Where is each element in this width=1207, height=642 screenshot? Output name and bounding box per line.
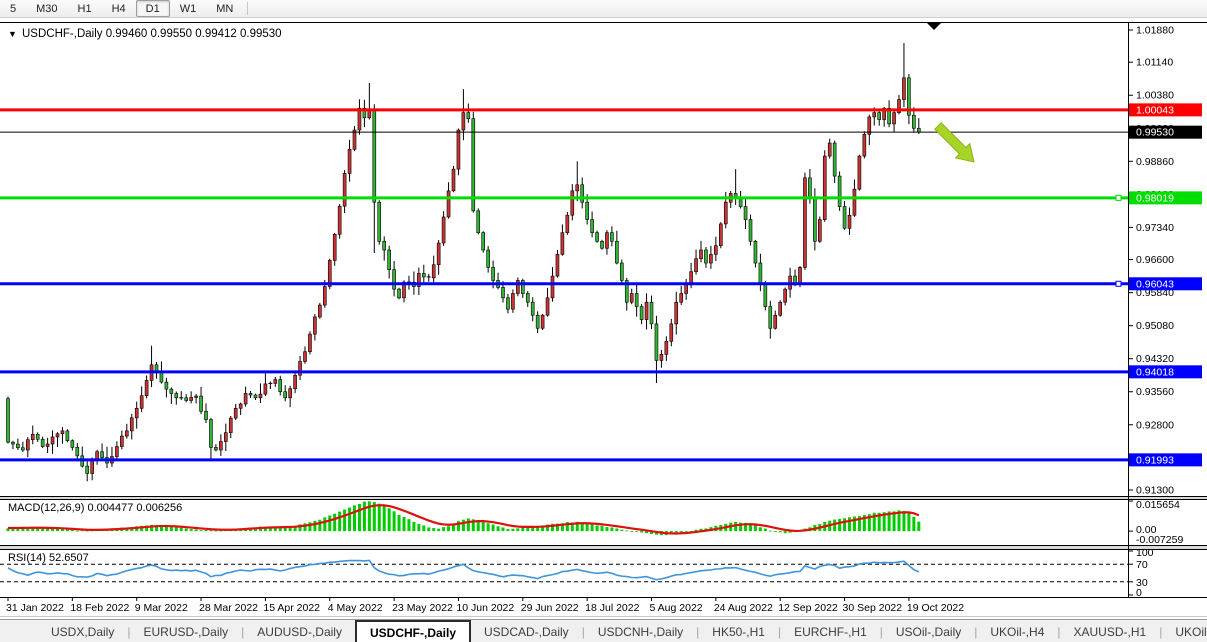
tab-usdcnh-daily[interactable]: USDCNH-,Daily — [585, 620, 696, 642]
chart-title: ▼ USDCHF-,Daily 0.99460 0.99550 0.99412 0… — [8, 28, 282, 40]
svg-text:5 Aug 2022: 5 Aug 2022 — [650, 602, 703, 614]
svg-text:0: 0 — [1136, 587, 1142, 599]
timeframe-button-5[interactable]: 5 — [0, 0, 26, 17]
tab-usoil-daily[interactable]: USOil-,Daily — [883, 620, 974, 642]
svg-text:0.96600: 0.96600 — [1136, 254, 1174, 266]
level-price-badge-1.00043: 1.00043 — [1129, 103, 1202, 116]
level-price-badge-0.98019: 0.98019 — [1129, 191, 1202, 204]
svg-text:23 May 2022: 23 May 2022 — [392, 602, 453, 614]
tab-usdx-daily[interactable]: USDX,Daily — [38, 620, 127, 642]
svg-text:1.00380: 1.00380 — [1136, 90, 1174, 102]
svg-text:28 Mar 2022: 28 Mar 2022 — [199, 602, 258, 614]
tab-audusd-daily[interactable]: AUDUSD-,Daily — [244, 620, 355, 642]
tab-usdchf-daily[interactable]: USDCHF-,Daily — [355, 620, 471, 642]
svg-text:9 Mar 2022: 9 Mar 2022 — [135, 602, 188, 614]
svg-text:0.015654: 0.015654 — [1136, 499, 1180, 511]
level-price-badge-0.91993: 0.91993 — [1129, 453, 1202, 466]
svg-text:29 Jun 2022: 29 Jun 2022 — [521, 602, 579, 614]
timeframe-button-h4[interactable]: H4 — [102, 0, 136, 17]
level-line-handle[interactable] — [1116, 281, 1121, 286]
timeframe-button-d1[interactable]: D1 — [136, 0, 170, 17]
svg-text:1.01880: 1.01880 — [1136, 25, 1174, 37]
svg-text:1.00043: 1.00043 — [1136, 104, 1174, 116]
svg-text:0.91993: 0.91993 — [1136, 454, 1174, 466]
tab-xauusd-h1[interactable]: XAUUSD-,H1 — [1061, 620, 1160, 642]
svg-text:0.95080: 0.95080 — [1136, 320, 1174, 332]
timeframe-button-mn[interactable]: MN — [206, 0, 243, 17]
svg-text:31 Jan 2022: 31 Jan 2022 — [6, 602, 64, 614]
chart-area[interactable]: 1.018801.011401.003800.996200.988600.981… — [0, 18, 1207, 619]
svg-text:0.97340: 0.97340 — [1136, 222, 1174, 234]
svg-text:24 Aug 2022: 24 Aug 2022 — [714, 602, 773, 614]
svg-text:100: 100 — [1136, 547, 1154, 559]
tab-usdcad-daily[interactable]: USDCAD-,Daily — [471, 620, 582, 642]
symbol-tab-bar: USDX,Daily|EURUSD-,Daily|AUDUSD-,DailyUS… — [0, 619, 1207, 642]
svg-text:4 May 2022: 4 May 2022 — [328, 602, 383, 614]
toolbar-separator — [247, 2, 248, 15]
svg-text:0.94018: 0.94018 — [1136, 366, 1174, 378]
svg-text:0.93560: 0.93560 — [1136, 386, 1174, 398]
svg-text:0.92800: 0.92800 — [1136, 419, 1174, 431]
svg-text:15 Apr 2022: 15 Apr 2022 — [263, 602, 320, 614]
tab-eurusd-daily[interactable]: EURUSD-,Daily — [130, 620, 241, 642]
timeframe-button-w1[interactable]: W1 — [170, 0, 207, 17]
svg-text:0.94320: 0.94320 — [1136, 353, 1174, 365]
timeframe-toolbar: 5M30H1H4D1W1MN — [0, 0, 1207, 18]
level-price-badge-0.99530: 0.99530 — [1129, 126, 1202, 139]
mt4-window: { "toolbar": { "timeframes": [ {"label":… — [0, 0, 1207, 642]
svg-text:-0.007259: -0.007259 — [1136, 534, 1183, 546]
svg-text:0.96043: 0.96043 — [1136, 278, 1174, 290]
timeframe-button-m30[interactable]: M30 — [26, 0, 67, 17]
level-line-handle[interactable] — [1116, 195, 1121, 200]
timeframe-button-h1[interactable]: H1 — [68, 0, 102, 17]
svg-text:12 Sep 2022: 12 Sep 2022 — [778, 602, 838, 614]
svg-text:0.98019: 0.98019 — [1136, 192, 1174, 204]
tab-eurchf-h1[interactable]: EURCHF-,H1 — [781, 620, 880, 642]
svg-text:18 Feb 2022: 18 Feb 2022 — [70, 602, 129, 614]
svg-text:10 Jun 2022: 10 Jun 2022 — [456, 602, 514, 614]
svg-text:0.91300: 0.91300 — [1136, 485, 1174, 497]
tab-ukoil-h4[interactable]: UKOil-,H4 — [977, 620, 1057, 642]
svg-text:0.99530: 0.99530 — [1136, 127, 1174, 139]
svg-text:18 Jul 2022: 18 Jul 2022 — [585, 602, 639, 614]
svg-text:0.98860: 0.98860 — [1136, 156, 1174, 168]
tab-hk50-h1[interactable]: HK50-,H1 — [699, 620, 778, 642]
level-price-badge-0.94018: 0.94018 — [1129, 365, 1202, 378]
svg-text:30 Sep 2022: 30 Sep 2022 — [843, 602, 903, 614]
svg-text:70: 70 — [1136, 559, 1148, 571]
svg-text:1.01140: 1.01140 — [1136, 57, 1173, 69]
symbol-dropdown-icon[interactable]: ▼ — [8, 29, 17, 39]
tab-ukoil-daily[interactable]: UKOil-,Daily — [1162, 620, 1207, 642]
price-chart-canvas[interactable]: 1.018801.011401.003800.996200.988600.981… — [0, 18, 1207, 619]
level-price-badge-0.96043: 0.96043 — [1129, 277, 1202, 290]
svg-text:19 Oct 2022: 19 Oct 2022 — [907, 602, 964, 614]
rsi-label: RSI(14) 52.6507 — [8, 552, 89, 564]
macd-label: MACD(12,26,9) 0.004477 0.006256 — [8, 502, 182, 514]
chart-title-text: USDCHF-,Daily 0.99460 0.99550 0.99412 0.… — [22, 28, 282, 40]
